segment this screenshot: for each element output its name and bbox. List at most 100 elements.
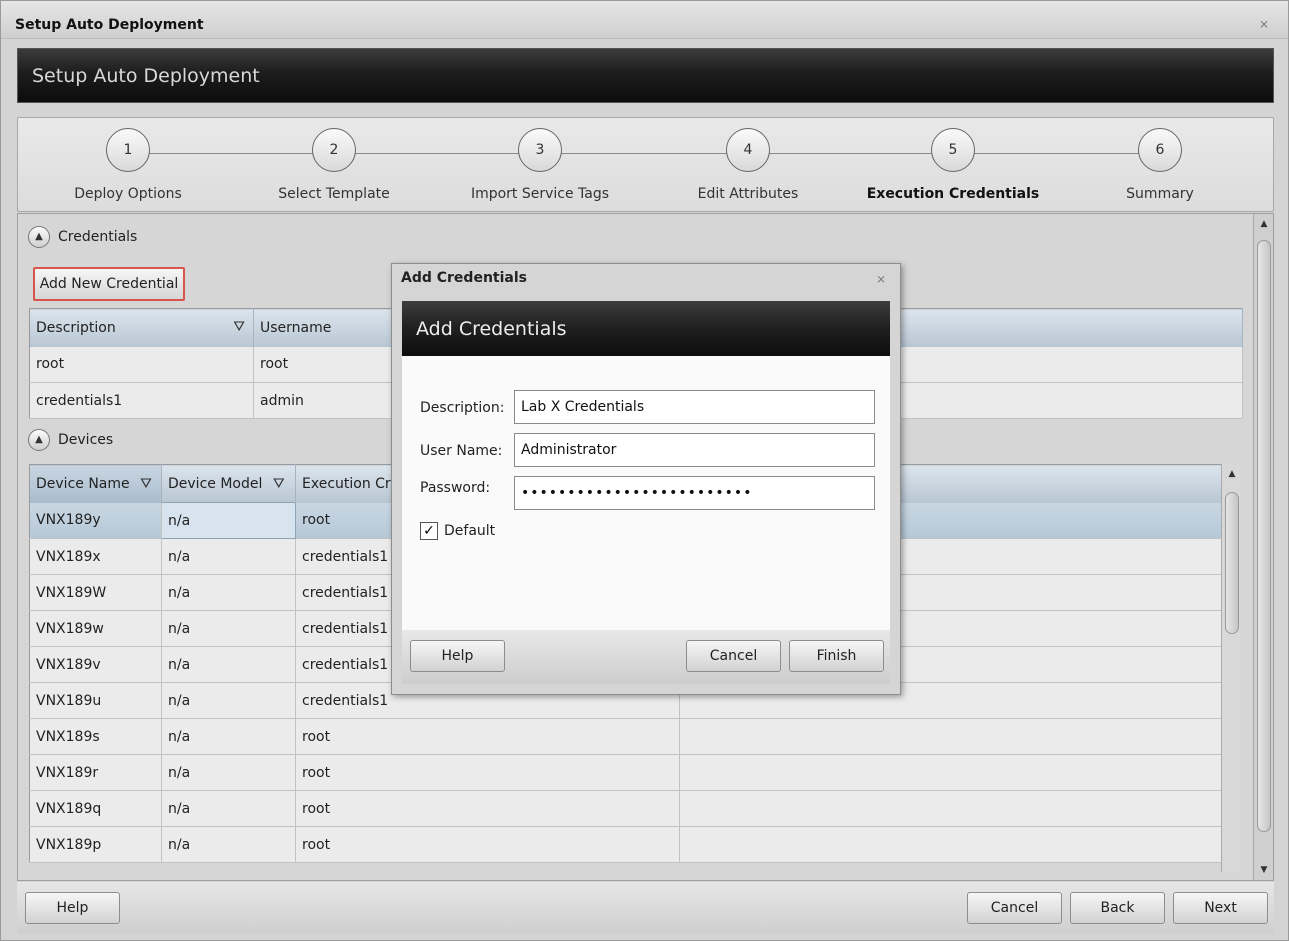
table-cell: VNX189W <box>29 574 162 611</box>
table-cell: VNX189s <box>29 718 162 755</box>
dialog-finish-button[interactable]: Finish <box>789 640 884 672</box>
wizard-step-4[interactable]: 4 Edit Attributes <box>658 128 838 202</box>
devices-scrollbar[interactable]: ▲ <box>1221 464 1241 872</box>
step-number: 2 <box>312 128 356 172</box>
table-cell: n/a <box>161 646 296 683</box>
devices-section-header[interactable]: ▲ Devices <box>28 429 113 451</box>
scrollbar-thumb[interactable] <box>1257 240 1271 832</box>
table-cell[interactable]: n/a <box>161 502 296 539</box>
default-checkbox[interactable]: ✓ Default <box>420 522 495 540</box>
dialog-header: Add Credentials <box>402 301 890 356</box>
scrollbar-thumb[interactable] <box>1225 492 1239 634</box>
table-cell: credentials1 <box>29 382 254 419</box>
step-number: 3 <box>518 128 562 172</box>
chevron-up-icon[interactable]: ▲ <box>28 226 50 248</box>
column-header-device-name[interactable]: Device Name ⛛ <box>29 464 162 503</box>
table-cell: n/a <box>161 610 296 647</box>
username-field[interactable]: Administrator <box>514 433 875 467</box>
dialog-header-title: Add Credentials <box>416 318 567 340</box>
table-cell: VNX189p <box>29 826 162 863</box>
step-label: Edit Attributes <box>697 186 799 202</box>
table-row[interactable]: VNX189s n/a root <box>29 718 1241 755</box>
dialog-body: Description: Lab X Credentials User Name… <box>402 356 890 630</box>
scroll-up-icon[interactable]: ▲ <box>1222 464 1242 484</box>
step-label: Summary <box>1126 186 1194 202</box>
step-label: Execution Credentials <box>866 186 1040 202</box>
wizard-step-1[interactable]: 1 Deploy Options <box>38 128 218 202</box>
checkmark-icon[interactable]: ✓ <box>420 522 438 540</box>
wizard-steps: 1 Deploy Options 2 Select Template 3 Imp… <box>17 117 1274 212</box>
credentials-section-header[interactable]: ▲ Credentials <box>28 226 137 248</box>
help-button[interactable]: Help <box>25 892 120 924</box>
scroll-down-icon[interactable]: ▼ <box>1254 860 1274 880</box>
step-label: Select Template <box>278 186 390 202</box>
table-cell: n/a <box>161 754 296 791</box>
content-scrollbar[interactable]: ▲ ▼ <box>1253 214 1273 880</box>
column-header-device-model[interactable]: Device Model ⛛ <box>161 464 296 503</box>
chevron-up-icon[interactable]: ▲ <box>28 429 50 451</box>
wizard-step-3[interactable]: 3 Import Service Tags <box>450 128 630 202</box>
table-cell: n/a <box>161 826 296 863</box>
add-new-credential-button[interactable]: Add New Credential <box>33 267 185 301</box>
table-cell: n/a <box>161 574 296 611</box>
table-cell <box>679 790 1241 827</box>
dialog-help-button[interactable]: Help <box>410 640 505 672</box>
wizard-footer: Help Cancel Back Next <box>17 882 1274 934</box>
table-cell: n/a <box>161 718 296 755</box>
table-cell: VNX189r <box>29 754 162 791</box>
credentials-section-title: Credentials <box>58 229 138 245</box>
wizard-step-5[interactable]: 5 Execution Credentials <box>863 128 1043 202</box>
table-cell <box>679 826 1241 863</box>
table-cell: VNX189q <box>29 790 162 827</box>
step-label: Import Service Tags <box>470 186 610 202</box>
cancel-button[interactable]: Cancel <box>967 892 1062 924</box>
add-credentials-dialog: Add Credentials ⨯ Add Credentials Descri… <box>391 263 901 695</box>
funnel-icon[interactable]: ⛛ <box>233 319 245 335</box>
devices-section-title: Devices <box>58 432 114 448</box>
table-cell: VNX189v <box>29 646 162 683</box>
funnel-icon[interactable]: ⛛ <box>140 476 152 492</box>
table-row[interactable]: VNX189p n/a root <box>29 826 1241 863</box>
page-header: Setup Auto Deployment <box>17 48 1274 103</box>
back-button[interactable]: Back <box>1070 892 1165 924</box>
window-close-icon[interactable]: ⨯ <box>1259 17 1269 31</box>
scroll-up-icon[interactable]: ▲ <box>1254 214 1274 234</box>
table-cell: root <box>295 754 680 791</box>
default-label: Default <box>444 523 496 539</box>
password-label: Password: <box>420 480 491 496</box>
table-cell: VNX189y <box>29 502 162 539</box>
dialog-footer: Help Cancel Finish <box>402 630 890 684</box>
funnel-icon[interactable]: ⛛ <box>273 476 285 492</box>
step-number: 4 <box>726 128 770 172</box>
description-label: Description: <box>420 400 505 416</box>
wizard-step-2[interactable]: 2 Select Template <box>244 128 424 202</box>
column-header-description[interactable]: Description ⛛ <box>29 308 254 347</box>
window-title: Setup Auto Deployment <box>15 17 204 33</box>
table-cell: root <box>29 346 254 383</box>
dialog-close-icon[interactable]: ⨯ <box>876 272 886 286</box>
table-row[interactable]: VNX189r n/a root <box>29 754 1241 791</box>
step-number: 6 <box>1138 128 1182 172</box>
dialog-title: Add Credentials <box>401 270 527 286</box>
step-number: 1 <box>106 128 150 172</box>
description-field[interactable]: Lab X Credentials <box>514 390 875 424</box>
table-cell: root <box>295 790 680 827</box>
table-row[interactable]: VNX189q n/a root <box>29 790 1241 827</box>
table-cell: n/a <box>161 682 296 719</box>
table-cell: n/a <box>161 538 296 575</box>
table-cell: root <box>295 826 680 863</box>
table-cell: n/a <box>161 790 296 827</box>
window-titlebar: Setup Auto Deployment ⨯ <box>1 1 1288 39</box>
table-cell <box>679 754 1241 791</box>
table-cell: VNX189u <box>29 682 162 719</box>
username-label: User Name: <box>420 443 503 459</box>
table-cell: VNX189w <box>29 610 162 647</box>
table-cell: root <box>295 718 680 755</box>
setup-auto-deployment-window: Setup Auto Deployment ⨯ Setup Auto Deplo… <box>0 0 1289 941</box>
next-button[interactable]: Next <box>1173 892 1268 924</box>
wizard-step-6[interactable]: 6 Summary <box>1070 128 1250 202</box>
page-title: Setup Auto Deployment <box>32 65 260 87</box>
dialog-cancel-button[interactable]: Cancel <box>686 640 781 672</box>
step-number: 5 <box>931 128 975 172</box>
password-field[interactable]: ••••••••••••••••••••••••• <box>514 476 875 510</box>
